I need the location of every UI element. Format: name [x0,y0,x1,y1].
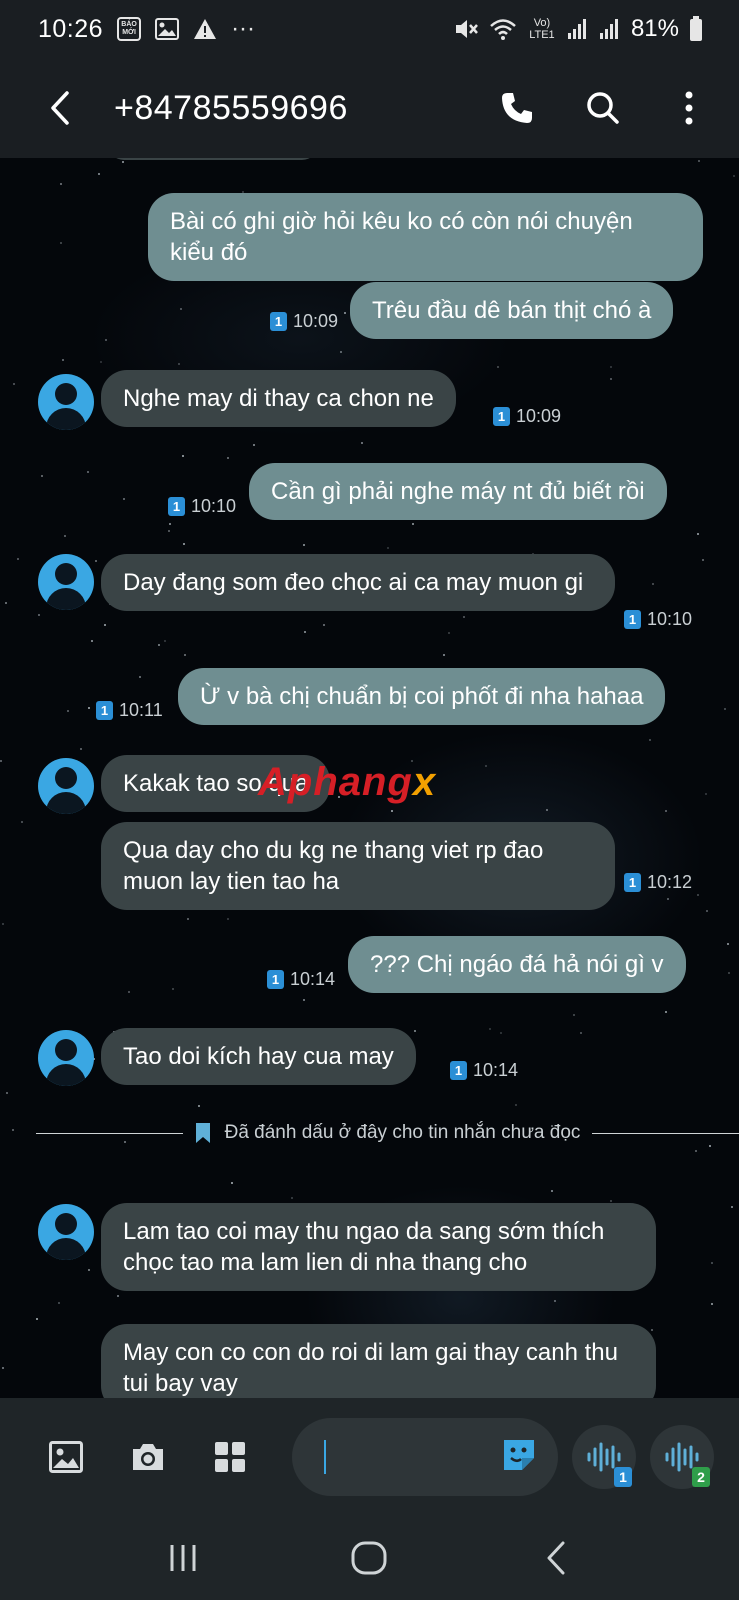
wifi-icon [489,17,517,41]
message-timestamp: 1 10:10 [168,496,236,517]
sim2-badge: 2 [692,1467,710,1487]
sim-badge: 1 [267,970,284,989]
message-input[interactable] [292,1418,558,1496]
message-bubble[interactable]: Day đang som đeo chọc ai ca may muon gi [101,554,615,611]
message-bubble[interactable]: Lam tao coi may thu ngao da sang sớm thí… [101,1203,656,1291]
sim-badge: 1 [493,407,510,426]
search-icon [587,92,619,124]
sim-badge: 1 [624,610,641,629]
sim-badge: 1 [624,873,641,892]
signal-sim1-icon [567,17,589,41]
status-time: 10:26 [38,14,104,43]
more-vert-icon [685,91,693,125]
more-notifications-icon: ··· [231,15,256,42]
home-button[interactable] [339,1528,399,1588]
watermark-logo: Aphangx [258,760,437,804]
search-button[interactable] [583,88,623,128]
contact-avatar[interactable] [38,1030,94,1086]
partial-message-bubble[interactable] [108,158,318,160]
message-timestamp: 1 10:09 [493,406,561,427]
signal-sim2-icon [599,17,621,41]
bookmark-icon [195,1123,210,1143]
message-bubble[interactable]: Bài có ghi giờ hỏi kêu ko có còn nói chu… [148,193,703,281]
message-timestamp: 1 10:12 [624,872,692,893]
grid-icon [215,1442,245,1472]
volte-label: Vo) LTE1 [529,17,555,41]
unread-marker-label: Đã đánh dấu ở đây cho tin nhắn chưa đọc [224,1122,581,1143]
more-options-button[interactable] [669,88,709,128]
sticker-button[interactable] [500,1436,540,1476]
nav-back-button[interactable] [526,1528,586,1588]
apps-button[interactable] [208,1435,252,1479]
phone-icon [502,93,532,123]
sim1-badge: 1 [614,1467,632,1487]
contact-avatar[interactable] [38,554,94,610]
back-icon [547,1541,565,1575]
message-timestamp: 1 10:14 [267,969,335,990]
sim-badge: 1 [450,1061,467,1080]
sim-badge: 1 [270,312,287,331]
camera-icon [133,1444,163,1470]
message-timestamp: 1 10:14 [450,1060,518,1081]
image-icon [49,1441,83,1473]
conversation-header: +84785559696 [0,58,739,158]
message-timestamp: 1 10:09 [270,311,338,332]
message-bubble[interactable]: Ừ v bà chị chuẩn bị coi phốt đi nha haha… [178,668,666,725]
message-bubble[interactable]: Nghe may di thay ca chon ne [101,370,456,427]
contact-avatar[interactable] [38,758,94,814]
voice-message-sim2-button[interactable]: 2 [650,1425,714,1489]
contact-avatar[interactable] [38,374,94,430]
back-button[interactable] [40,88,80,128]
message-bubble[interactable]: May con co con do roi di lam gai thay ca… [101,1324,656,1398]
message-bubble[interactable]: Tao doi kích hay cua may [101,1028,416,1085]
message-bubble[interactable]: Qua day cho du kg ne thang viet rp đao m… [101,822,615,910]
system-nav-bar [0,1516,739,1600]
status-bar: 10:26 BÁO MỚI ··· Vo) LTE1 81% [0,0,739,58]
message-bubble[interactable]: Cần gì phải nghe máy nt đủ biết rồi [249,463,667,520]
message-bubble[interactable]: Trêu đầu dê bán thịt chó à [350,282,674,339]
sticker-icon [504,1440,534,1470]
message-bubble[interactable]: ??? Chị ngáo đá hả nói gì v [348,936,686,993]
unread-marker: Đã đánh dấu ở đây cho tin nhắn chưa đọc [36,1120,739,1146]
voice-message-sim1-button[interactable]: 1 [572,1425,636,1489]
baomoi-app-icon: BÁO MỚI [117,17,142,41]
message-timestamp: 1 10:10 [624,609,692,630]
message-timestamp: 1 10:11 [96,700,163,721]
battery-icon [689,16,703,42]
contact-avatar[interactable] [38,1204,94,1260]
mute-icon [453,17,479,41]
home-icon [351,1541,387,1575]
text-caret [324,1440,326,1474]
recents-icon [170,1545,196,1571]
gallery-button[interactable] [44,1435,88,1479]
camera-button[interactable] [126,1435,170,1479]
image-notification-icon [155,18,180,40]
message-list[interactable]: Bài có ghi giờ hỏi kêu ko có còn nói chu… [0,158,739,1398]
sim-badge: 1 [168,497,185,516]
call-button[interactable] [497,88,537,128]
recent-apps-button[interactable] [153,1528,213,1588]
battery-percent: 81% [630,15,679,42]
warning-icon [193,18,217,40]
compose-bar: 1 2 [0,1398,739,1516]
sim-badge: 1 [96,701,113,720]
contact-name[interactable]: +84785559696 [114,89,348,128]
